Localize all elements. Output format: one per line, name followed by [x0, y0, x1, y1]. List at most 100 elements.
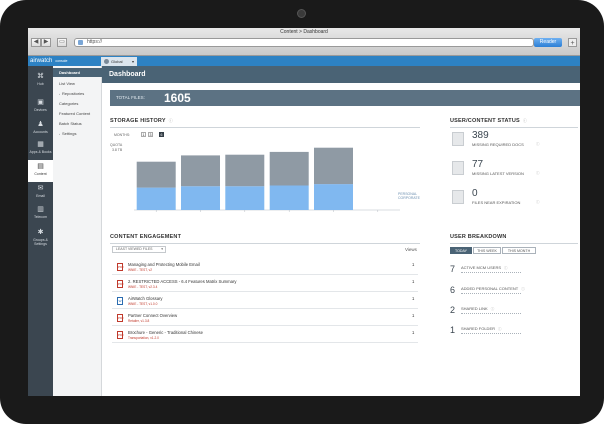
storage-history-title: STORAGE HISTORY ⓘ: [110, 118, 173, 124]
email-icon: ✉: [37, 185, 44, 192]
chart-bar-segment[interactable]: [181, 155, 220, 187]
document-outdated-icon: [452, 161, 464, 175]
word-file-icon: W: [117, 297, 123, 305]
subnav-label: Featured Content: [59, 111, 91, 116]
chart-bar-segment[interactable]: [314, 184, 353, 210]
main-nav: ⌘ Hub ▣ Devices ♟ Accounts ▦ Apps & Books ▤ C…: [28, 66, 53, 396]
pdf-file-icon: PDF: [117, 314, 124, 322]
subnav-list-view[interactable]: List View: [53, 79, 102, 88]
content-icon: ▤: [37, 163, 44, 170]
content-row[interactable]: PDF Brochure - Generic - Traditional Chi…: [112, 330, 418, 343]
url-input[interactable]: https://: [74, 38, 534, 47]
view-count: 1: [412, 313, 415, 318]
info-icon[interactable]: ⓘ: [536, 200, 540, 205]
brand-sub: console: [55, 59, 68, 63]
nav-label: Accounts: [33, 130, 48, 134]
breakdown-bar: [461, 272, 521, 275]
content-row[interactable]: PDF Managing and Protecting Mobile Email…: [112, 262, 418, 275]
file-title[interactable]: Partner Connect Overview: [128, 313, 177, 318]
new-tab-button[interactable]: +: [568, 38, 577, 47]
chart-bar-segment[interactable]: [269, 151, 309, 186]
nav-email[interactable]: ✉ Email: [28, 182, 53, 204]
nav-apps-books[interactable]: ▦ Apps & Books: [28, 138, 53, 160]
brand-name: airwatch: [30, 58, 53, 64]
reader-button[interactable]: Reader: [534, 38, 562, 47]
months-option-3[interactable]: 3: [148, 132, 153, 137]
forward-button[interactable]: ▶: [41, 38, 51, 47]
select-value: LEAST VIEWED FILES: [116, 247, 153, 251]
total-files-label: TOTAL FILES:: [116, 95, 145, 100]
file-title[interactable]: AirWatch Glossary: [128, 296, 163, 301]
nav-content[interactable]: ▤ Content: [28, 160, 53, 182]
chart-bar-segment[interactable]: [136, 187, 176, 210]
info-icon[interactable]: ⓘ: [498, 327, 502, 331]
window-title: Content > Dashboard: [280, 29, 328, 35]
stat-value: 389: [472, 130, 489, 141]
breakdown-label-text: SHARED LINK: [461, 306, 488, 311]
breakdown-label: SHARED LINK ⓘ: [461, 306, 494, 312]
chart-bar-segment[interactable]: [225, 186, 265, 210]
nav-devices[interactable]: ▣ Devices: [28, 96, 53, 118]
nav-groups-settings[interactable]: ✱ Groups & Settings: [28, 226, 53, 248]
tab-this-week[interactable]: THIS WEEK: [473, 247, 501, 254]
breakdown-shared-folder[interactable]: 1 SHARED FOLDER ⓘ: [450, 324, 570, 344]
chart-bar-segment[interactable]: [136, 161, 176, 188]
file-title[interactable]: 2. RESTRICTED ACCESS - 6.4 Features Matr…: [128, 279, 236, 284]
user-content-status-title: USER/CONTENT STATUS ⓘ: [450, 118, 527, 124]
file-title[interactable]: Brochure - Generic - Traditional Chinese: [128, 330, 203, 335]
breakdown-bar: [461, 333, 521, 336]
nav-accounts[interactable]: ♟ Accounts: [28, 118, 53, 140]
breakdown-added-personal-content[interactable]: 6 ADDED PERSONAL CONTENT ⓘ: [450, 284, 570, 304]
info-icon[interactable]: ⓘ: [521, 287, 525, 291]
breakdown-value: 6: [450, 285, 456, 295]
breakdown-shared-link[interactable]: 2 SHARED LINK ⓘ: [450, 304, 570, 324]
months-option-6[interactable]: 6: [159, 132, 164, 137]
nav-telecom[interactable]: ▥ Telecom: [28, 203, 53, 225]
app-topbar: airwatch console Global ▾: [28, 56, 580, 66]
subnav-label: Dashboard: [59, 70, 80, 75]
stat-files-near-expiration[interactable]: 0 FILES NEAR EXPIRATION ⓘ: [450, 188, 570, 212]
nav-hub[interactable]: ⌘ Hub: [28, 70, 53, 92]
organization-group-selector[interactable]: Global ▾: [101, 57, 137, 66]
info-icon[interactable]: ⓘ: [169, 118, 173, 123]
stat-missing-latest-version[interactable]: 77 MISSING LATEST VERSION ⓘ: [450, 159, 570, 183]
stat-missing-required-docs[interactable]: 389 MISSING REQUIRED DOCS ⓘ: [450, 130, 570, 154]
camera-dot: [297, 9, 306, 18]
info-icon[interactable]: ⓘ: [504, 266, 508, 270]
info-icon[interactable]: ⓘ: [523, 118, 527, 123]
share-button[interactable]: ▭: [57, 38, 67, 47]
info-icon[interactable]: ⓘ: [536, 171, 540, 176]
subnav-featured-content[interactable]: Featured Content: [53, 109, 102, 118]
least-viewed-files-select[interactable]: LEAST VIEWED FILES ▾: [112, 246, 166, 253]
subnav-repositories[interactable]: › Repositories: [53, 89, 102, 98]
lock-icon: [78, 40, 83, 45]
subnav-categories[interactable]: Categories: [53, 99, 102, 108]
content-row[interactable]: PDF 2. RESTRICTED ACCESS - 6.4 Features …: [112, 279, 418, 292]
content-row[interactable]: PDF Partner Connect Overview Retailer, v…: [112, 313, 418, 326]
subnav-settings[interactable]: › Settings: [53, 129, 102, 138]
tab-this-month[interactable]: THIS MONTH: [502, 247, 536, 254]
chart-bar-segment[interactable]: [225, 154, 265, 187]
tab-today[interactable]: TODAY: [450, 247, 472, 254]
chart-bar-segment[interactable]: [269, 185, 309, 211]
file-title[interactable]: Managing and Protecting Mobile Email: [128, 262, 200, 267]
content-row[interactable]: W AirWatch Glossary WNIE - TEST, v1.0.0 …: [112, 296, 418, 309]
months-option-1[interactable]: 1: [141, 132, 146, 137]
back-button[interactable]: ◀: [31, 38, 41, 47]
breakdown-active-mcm-users[interactable]: 7 ACTIVE MCM USERS ⓘ: [450, 263, 570, 283]
info-icon[interactable]: ⓘ: [536, 142, 540, 147]
total-files-value: 1605: [164, 91, 191, 105]
brand-logo[interactable]: airwatch console: [30, 56, 67, 66]
chart-bar-segment[interactable]: [314, 147, 353, 185]
nav-label: Apps & Books: [29, 150, 52, 154]
subnav-batch-status[interactable]: Batch Status: [53, 119, 102, 128]
browser-chrome: Content > Dashboard ◀ ▶ ▭ https:// Reade…: [28, 28, 580, 56]
divider: [450, 127, 578, 128]
nav-label: Groups & Settings: [33, 238, 48, 246]
info-icon[interactable]: ⓘ: [491, 307, 495, 311]
section-title-text: USER/CONTENT STATUS: [450, 118, 520, 124]
subnav-label: Batch Status: [59, 121, 82, 126]
subnav-dashboard[interactable]: Dashboard: [53, 68, 102, 77]
chart-bar-segment[interactable]: [181, 186, 220, 210]
nav-label: Devices: [34, 108, 47, 112]
